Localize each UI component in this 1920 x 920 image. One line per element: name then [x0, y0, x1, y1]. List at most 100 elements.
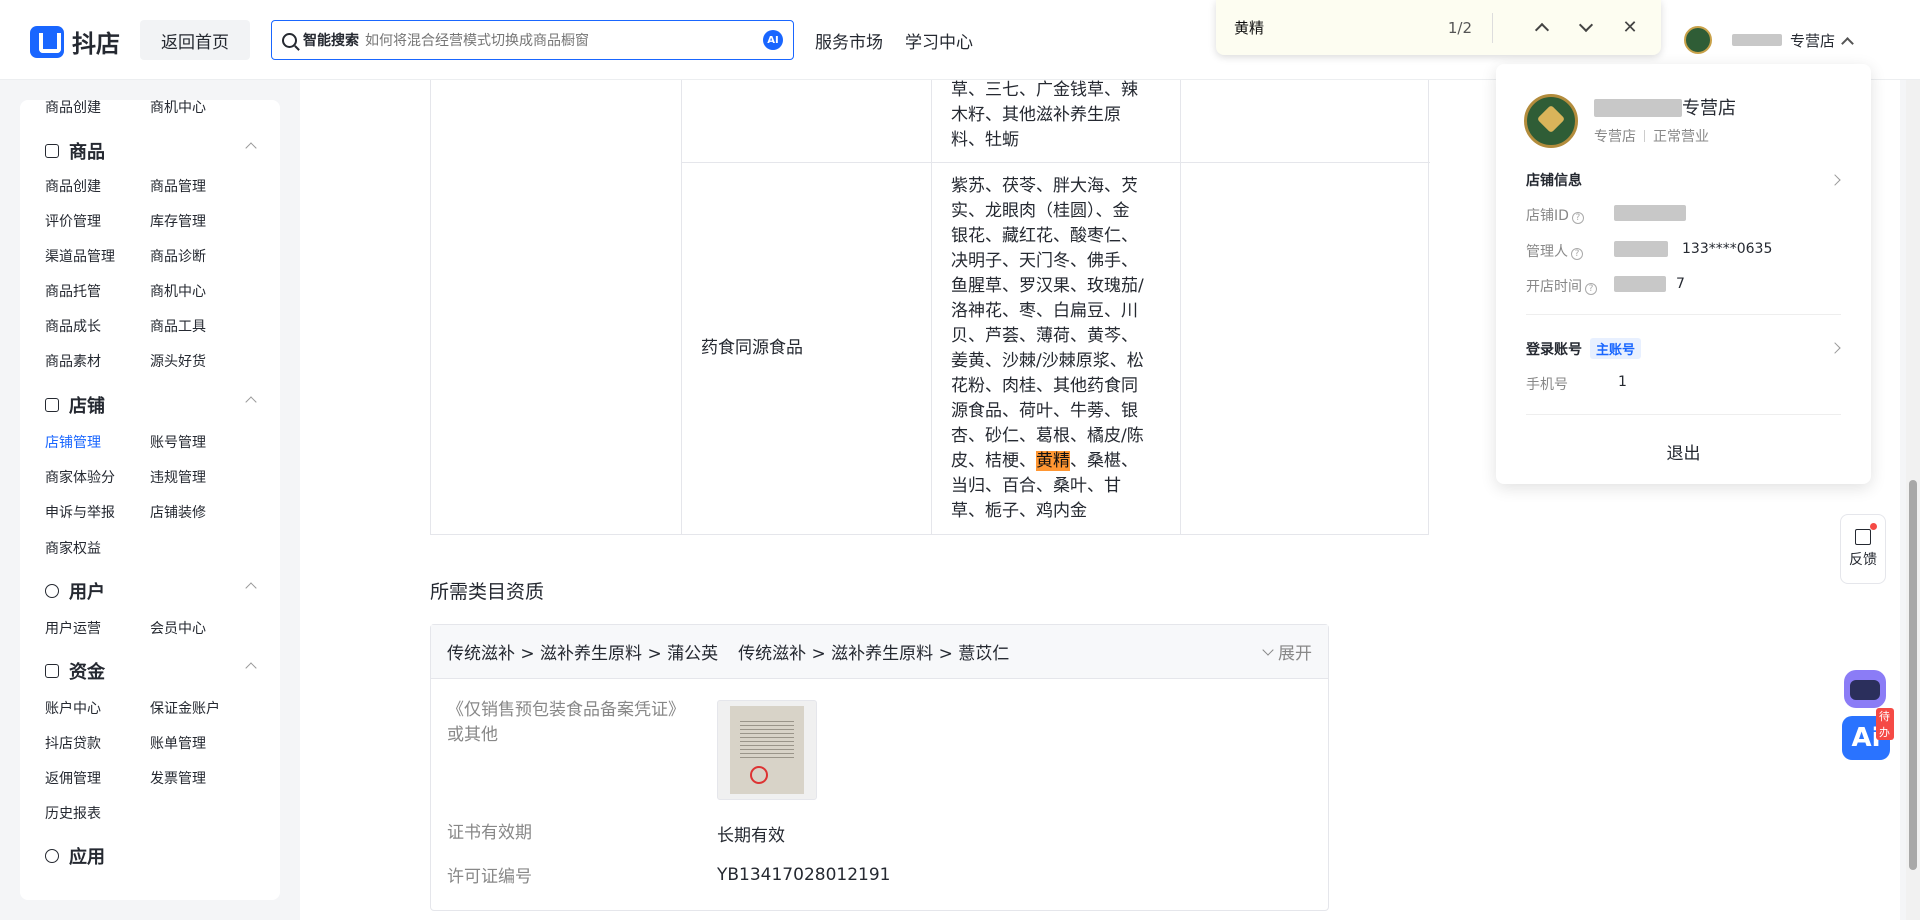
divider: [1526, 314, 1841, 315]
cell-text: 皮、桔梗、: [951, 451, 1036, 471]
sidebar-item[interactable]: 历史报表: [45, 803, 101, 823]
sidebar-item-store-management[interactable]: 店铺管理: [45, 432, 101, 452]
sidebar-item[interactable]: 商品素材: [45, 351, 101, 371]
expand-button[interactable]: 展开: [1262, 639, 1312, 664]
wallet-icon: [45, 664, 59, 678]
robot-icon: [1844, 670, 1886, 708]
app-icon: [45, 849, 59, 863]
sidebar-item[interactable]: 申诉与举报: [45, 502, 115, 522]
page-scrollbar[interactable]: [1906, 80, 1920, 920]
main-account-badge: 主账号: [1590, 338, 1642, 359]
find-previous-button[interactable]: [1529, 15, 1555, 41]
logout-button[interactable]: 退出: [1496, 439, 1871, 464]
sidebar-item[interactable]: 商品成长: [45, 316, 101, 336]
sidebar-item[interactable]: 商家体验分: [45, 467, 115, 487]
back-home-button[interactable]: 返回首页: [140, 20, 250, 60]
section-title: 店铺: [69, 396, 105, 417]
find-next-button[interactable]: [1573, 15, 1599, 41]
logo[interactable]: 抖店: [30, 24, 120, 59]
sidebar-item[interactable]: 商品诊断: [150, 246, 206, 266]
scrollbar-thumb[interactable]: [1909, 480, 1917, 870]
sidebar-item[interactable]: 商家权益: [45, 538, 101, 558]
store-id-label: 店铺ID?: [1526, 205, 1584, 225]
sidebar-section-store[interactable]: 店铺: [45, 392, 257, 418]
ai-assistant-button[interactable]: Ai 待办: [1838, 666, 1894, 762]
sidebar-item[interactable]: 商品管理: [150, 176, 206, 196]
robot-face: [1850, 680, 1880, 700]
sidebar-item[interactable]: 商品创建: [45, 176, 101, 196]
sidebar-item[interactable]: 返佣管理: [45, 768, 101, 788]
redacted-store-id: [1614, 205, 1686, 221]
help-icon[interactable]: ?: [1585, 283, 1597, 295]
sidebar-item[interactable]: 评价管理: [45, 211, 101, 231]
sidebar-section-funds[interactable]: 资金: [45, 658, 257, 684]
sidebar-item[interactable]: 商品创建: [45, 100, 101, 117]
chevron-up-icon: [1534, 22, 1550, 38]
cell-line: 花粉、肉桂、其他药食同: [951, 376, 1138, 396]
nav-service-market[interactable]: 服务市场: [815, 28, 883, 53]
help-icon[interactable]: ?: [1571, 212, 1584, 224]
find-match-count: 1/2: [1447, 18, 1472, 37]
table-cell-category: 药食同源食品: [701, 338, 803, 358]
certificate-thumbnail[interactable]: [717, 700, 817, 800]
divider: [1492, 12, 1493, 43]
doudian-logo-icon: [30, 25, 64, 58]
doc-label-line: 或其他: [447, 725, 498, 745]
chevron-right-icon: [1829, 342, 1841, 354]
sidebar-item[interactable]: 商机中心: [150, 281, 206, 301]
sidebar-item[interactable]: 保证金账户: [150, 698, 220, 718]
chevron-up-icon: [245, 142, 257, 154]
divider: [1644, 130, 1645, 142]
cell-line: 鱼腥草、罗汉果、玫瑰茄/: [951, 276, 1144, 296]
cell-line: 源食品、荷叶、牛蒡、银: [951, 401, 1138, 421]
sidebar-item[interactable]: 抖店贷款: [45, 733, 101, 753]
login-account-link[interactable]: 登录账号 主账号: [1526, 338, 1642, 359]
find-close-button[interactable]: ✕: [1617, 15, 1643, 41]
cell-line: 银花、藏红花、酸枣仁、: [951, 226, 1138, 246]
sidebar-item[interactable]: 渠道品管理: [45, 246, 115, 266]
find-input[interactable]: 黄精: [1234, 17, 1434, 38]
ai-search-icon[interactable]: AI: [763, 30, 783, 50]
sidebar-item[interactable]: 账单管理: [150, 733, 206, 753]
sidebar-item[interactable]: 商品工具: [150, 316, 206, 336]
section-title: 资金: [69, 662, 105, 683]
search-input[interactable]: [365, 32, 763, 48]
sidebar-item[interactable]: 发票管理: [150, 768, 206, 788]
sidebar-item[interactable]: 店铺装修: [150, 502, 206, 522]
nav-learning-center[interactable]: 学习中心: [905, 28, 973, 53]
help-icon[interactable]: ?: [1571, 248, 1583, 260]
sidebar-section-product[interactable]: 商品: [45, 138, 257, 164]
todo-badge: 待办: [1876, 708, 1894, 740]
sidebar-section-users[interactable]: 用户: [45, 578, 257, 604]
divider: [681, 162, 1430, 163]
feedback-button[interactable]: 反馈: [1840, 514, 1886, 584]
license-label: 许可证编号: [447, 867, 532, 887]
sidebar-item[interactable]: 商机中心: [150, 100, 206, 117]
smart-search-box[interactable]: 智能搜索 AI: [271, 20, 794, 60]
chevron-up-icon: [245, 662, 257, 674]
sidebar-item[interactable]: 库存管理: [150, 211, 206, 231]
sidebar-item[interactable]: 源头好货: [150, 351, 206, 371]
table-cell: 草、三七、广金钱草、辣 木籽、其他滋补养生原 料、牡蛎: [951, 78, 1138, 153]
sidebar-item[interactable]: 账号管理: [150, 432, 206, 452]
shop-type: 专营店: [1594, 129, 1636, 145]
sidebar-item[interactable]: 违规管理: [150, 467, 206, 487]
sidebar-section-apps[interactable]: 应用: [45, 843, 255, 869]
sidebar-item[interactable]: 会员中心: [150, 618, 206, 638]
store-info-link[interactable]: 店铺信息: [1526, 170, 1582, 190]
redacted-date: [1614, 276, 1666, 292]
section-title-required-qualifications: 所需类目资质: [430, 581, 545, 603]
label-text: 登录账号: [1526, 342, 1582, 358]
sidebar-item[interactable]: 商品托管: [45, 281, 101, 301]
cell-line: 当归、百合、桑叶、甘: [951, 476, 1121, 496]
close-icon: ✕: [1622, 17, 1638, 38]
section-title: 用户: [69, 582, 105, 603]
divider: [931, 80, 932, 535]
account-menu-trigger[interactable]: 专营店: [1684, 26, 1854, 54]
phone-value: 1: [1618, 374, 1627, 390]
qualification-card: 传统滋补 > 滋补养生原料 > 蒲公英 传统滋补 > 滋补养生原料 > 薏苡仁 …: [430, 624, 1329, 911]
bag-icon: [45, 144, 59, 158]
sidebar-item[interactable]: 账户中心: [45, 698, 101, 718]
sidebar-item[interactable]: 用户运营: [45, 618, 101, 638]
divider: [1526, 414, 1841, 415]
